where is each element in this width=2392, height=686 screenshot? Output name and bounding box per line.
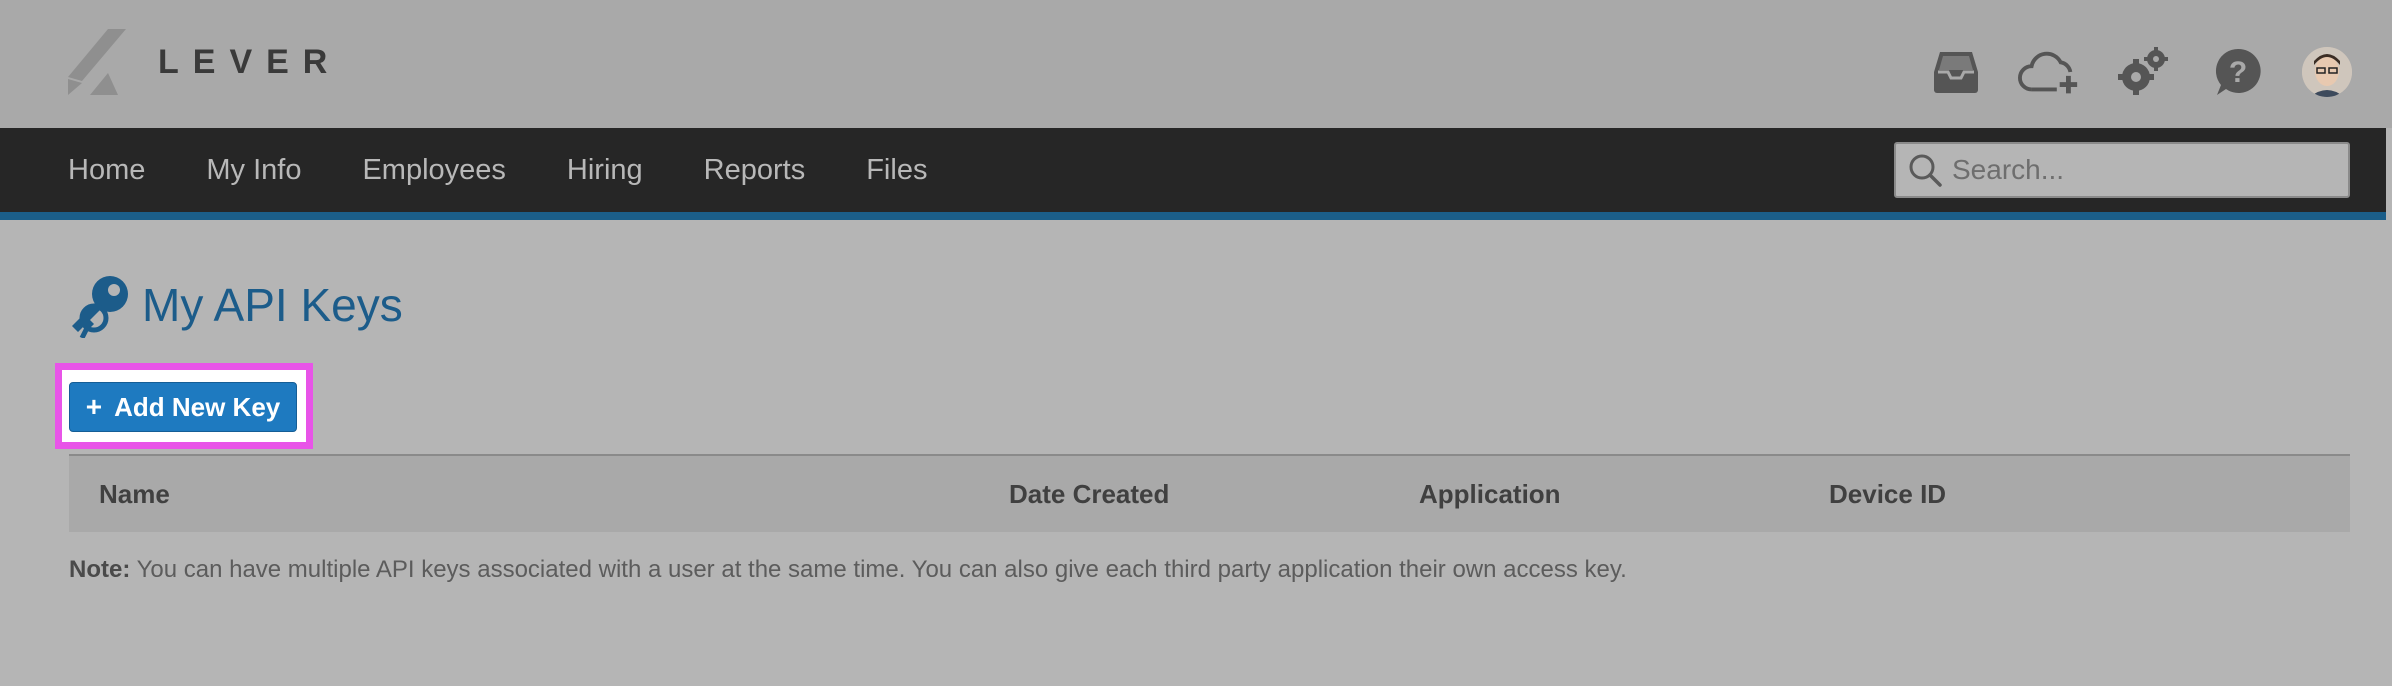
main-nav: Home My Info Employees Hiring Reports Fi… xyxy=(0,128,2386,212)
note-label: Note: xyxy=(69,556,131,583)
lever-logo-icon xyxy=(68,29,126,95)
nav-accent-bar xyxy=(0,212,2386,220)
top-header: LEVER ? xyxy=(0,0,2392,128)
nav-item-files[interactable]: Files xyxy=(866,154,927,187)
help-icon[interactable]: ? xyxy=(2206,40,2270,104)
search-box[interactable] xyxy=(1894,142,2350,198)
nav-item-employees[interactable]: Employees xyxy=(362,154,505,187)
nav-item-my-info[interactable]: My Info xyxy=(206,154,301,187)
nav-item-reports[interactable]: Reports xyxy=(704,154,806,187)
svg-text:?: ? xyxy=(2229,56,2247,89)
nav-item-home[interactable]: Home xyxy=(68,154,145,187)
inbox-icon[interactable] xyxy=(1924,40,1988,104)
brand-logo[interactable]: LEVER xyxy=(68,28,341,96)
keys-icon xyxy=(72,276,128,338)
api-keys-note: Note: You can have multiple API keys ass… xyxy=(69,556,1627,586)
page-title: My API Keys xyxy=(68,270,403,340)
user-avatar[interactable] xyxy=(2302,47,2352,97)
plus-icon: + xyxy=(85,391,103,422)
nav-items: Home My Info Employees Hiring Reports Fi… xyxy=(68,128,988,212)
search-icon xyxy=(1909,154,1942,187)
search-input[interactable] xyxy=(1952,154,2332,186)
column-header-date-created[interactable]: Date Created xyxy=(1009,456,1169,532)
header-actions: ? xyxy=(1894,40,2352,104)
column-header-application[interactable]: Application xyxy=(1419,456,1561,532)
cloud-upload-icon[interactable] xyxy=(2018,40,2082,104)
api-keys-table: Name Date Created Application Device ID xyxy=(69,454,2350,532)
page-heading: My API Keys xyxy=(142,279,403,331)
add-new-key-button[interactable]: + Add New Key xyxy=(69,382,297,432)
column-header-device-id[interactable]: Device ID xyxy=(1829,456,1946,532)
brand-name: LEVER xyxy=(158,42,342,81)
add-new-key-label: Add New Key xyxy=(114,391,281,422)
column-header-name[interactable]: Name xyxy=(99,456,170,532)
nav-item-hiring[interactable]: Hiring xyxy=(567,154,643,187)
gears-icon[interactable] xyxy=(2112,40,2176,104)
note-text: You can have multiple API keys associate… xyxy=(136,556,1627,583)
